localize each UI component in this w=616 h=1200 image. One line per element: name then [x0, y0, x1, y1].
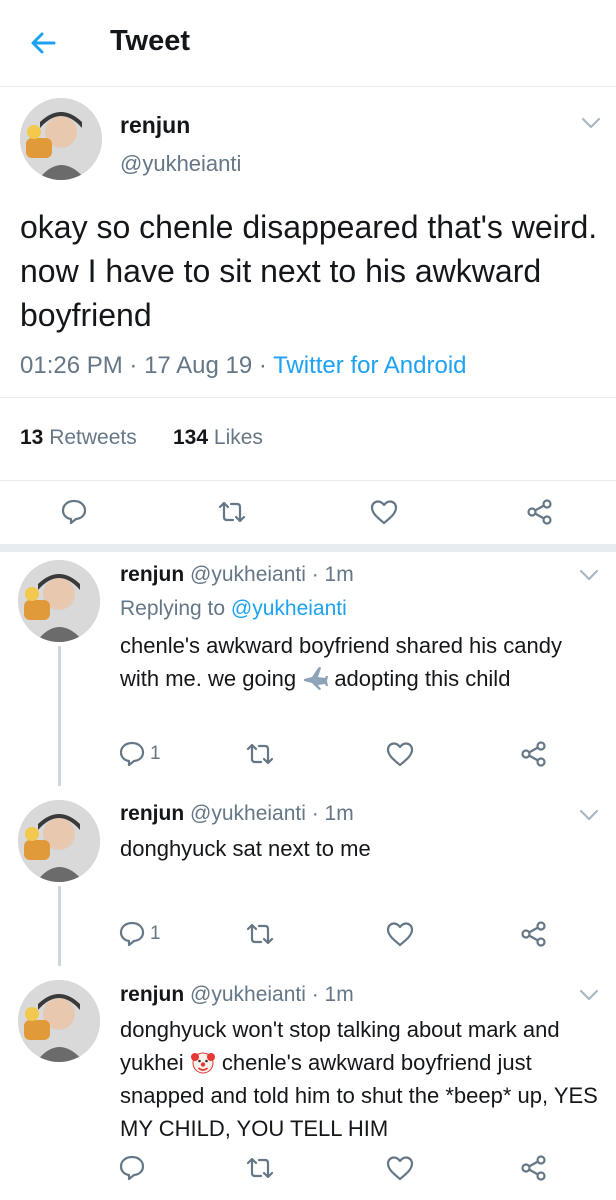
avatar[interactable] [20, 98, 102, 180]
reply-count: 1 [150, 743, 161, 764]
clown-face-emoji-icon [190, 1049, 216, 1075]
chevron-down-icon[interactable] [578, 808, 600, 822]
reply-handle-time: @yukheianti · 1m [190, 983, 354, 1006]
tweet-actions [0, 480, 616, 552]
retweet-icon[interactable] [246, 740, 274, 768]
reply-handle-time: @yukheianti · 1m [190, 563, 354, 586]
reply-icon[interactable] [118, 920, 146, 948]
tweet-time: 01:26 PM [20, 352, 123, 379]
likes-label: Likes [213, 426, 263, 449]
likes-stat[interactable]: 134 Likes [173, 426, 263, 450]
retweets-label: Retweets [49, 426, 137, 449]
retweets-stat[interactable]: 13 Retweets [20, 426, 137, 450]
reply-author-name: renjun [120, 983, 185, 1006]
retweets-count: 13 [20, 426, 44, 449]
thread-line [58, 886, 61, 966]
like-heart-icon[interactable] [386, 1154, 414, 1182]
reply-author-name: renjun [120, 563, 185, 586]
meta-separator: · [129, 352, 138, 379]
reply-text: donghyuck sat next to me [120, 836, 371, 861]
replying-prefix: Replying to [120, 597, 226, 620]
reply-count: 1 [150, 923, 161, 944]
airplane-emoji-icon [302, 665, 329, 691]
share-icon[interactable] [520, 1154, 548, 1182]
chevron-down-icon[interactable] [580, 116, 602, 130]
reply-icon[interactable] [118, 740, 146, 768]
author-handle[interactable]: @yukheianti [120, 151, 241, 177]
thread-line [58, 646, 61, 786]
like-heart-icon[interactable] [386, 740, 414, 768]
reply-icon[interactable] [60, 498, 88, 526]
like-heart-icon[interactable] [370, 498, 398, 526]
tweet-date: 17 Aug 19 [144, 352, 253, 379]
retweet-icon[interactable] [246, 920, 274, 948]
tweet-text: okay so chenle disappeared that's weird.… [20, 209, 598, 333]
reply-handle-time: @yukheianti · 1m [190, 802, 354, 825]
avatar[interactable] [18, 560, 100, 642]
back-arrow-icon[interactable] [26, 26, 60, 60]
like-heart-icon[interactable] [386, 920, 414, 948]
author-name[interactable]: renjun [120, 112, 190, 139]
meta-separator: · [258, 352, 267, 379]
replying-to: Replying to @yukheianti [120, 597, 347, 621]
reply-author[interactable]: renjun @yukheianti · 1m [120, 563, 354, 587]
retweet-icon[interactable] [246, 1154, 274, 1182]
reply-text: chenle's awkward boyfriend shared his ca… [120, 629, 600, 695]
app-bar: Tweet [0, 0, 616, 87]
likes-count: 134 [173, 426, 209, 449]
avatar[interactable] [18, 980, 100, 1062]
retweet-icon[interactable] [218, 498, 246, 526]
reply-text: donghyuck won't stop talking about mark … [120, 1013, 600, 1145]
share-icon[interactable] [526, 498, 554, 526]
reply-author[interactable]: renjun @yukheianti · 1m [120, 983, 354, 1007]
tweet-stats: 13 Retweets 134 Likes [0, 397, 616, 481]
chevron-down-icon[interactable] [578, 568, 600, 582]
reply-author[interactable]: renjun @yukheianti · 1m [120, 802, 354, 826]
replying-to-handle[interactable]: @yukheianti [231, 597, 347, 620]
reply-icon[interactable] [118, 1154, 146, 1182]
tweet-source-link[interactable]: Twitter for Android [273, 352, 466, 379]
page-title: Tweet [110, 25, 191, 57]
avatar[interactable] [18, 800, 100, 882]
chevron-down-icon[interactable] [578, 988, 600, 1002]
share-icon[interactable] [520, 740, 548, 768]
tweet-meta: 01:26 PM · 17 Aug 19 · Twitter for Andro… [20, 352, 467, 380]
reply-author-name: renjun [120, 802, 185, 825]
reply-text-part: adopting this child [328, 666, 511, 691]
share-icon[interactable] [520, 920, 548, 948]
